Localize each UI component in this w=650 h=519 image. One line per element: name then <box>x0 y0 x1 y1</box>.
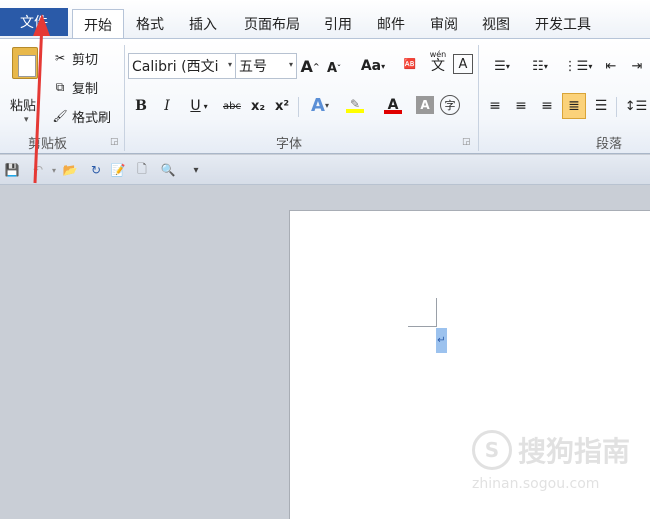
arrow-head <box>33 14 50 36</box>
arrow-shaft <box>33 21 44 184</box>
annotation-arrow <box>33 14 50 184</box>
